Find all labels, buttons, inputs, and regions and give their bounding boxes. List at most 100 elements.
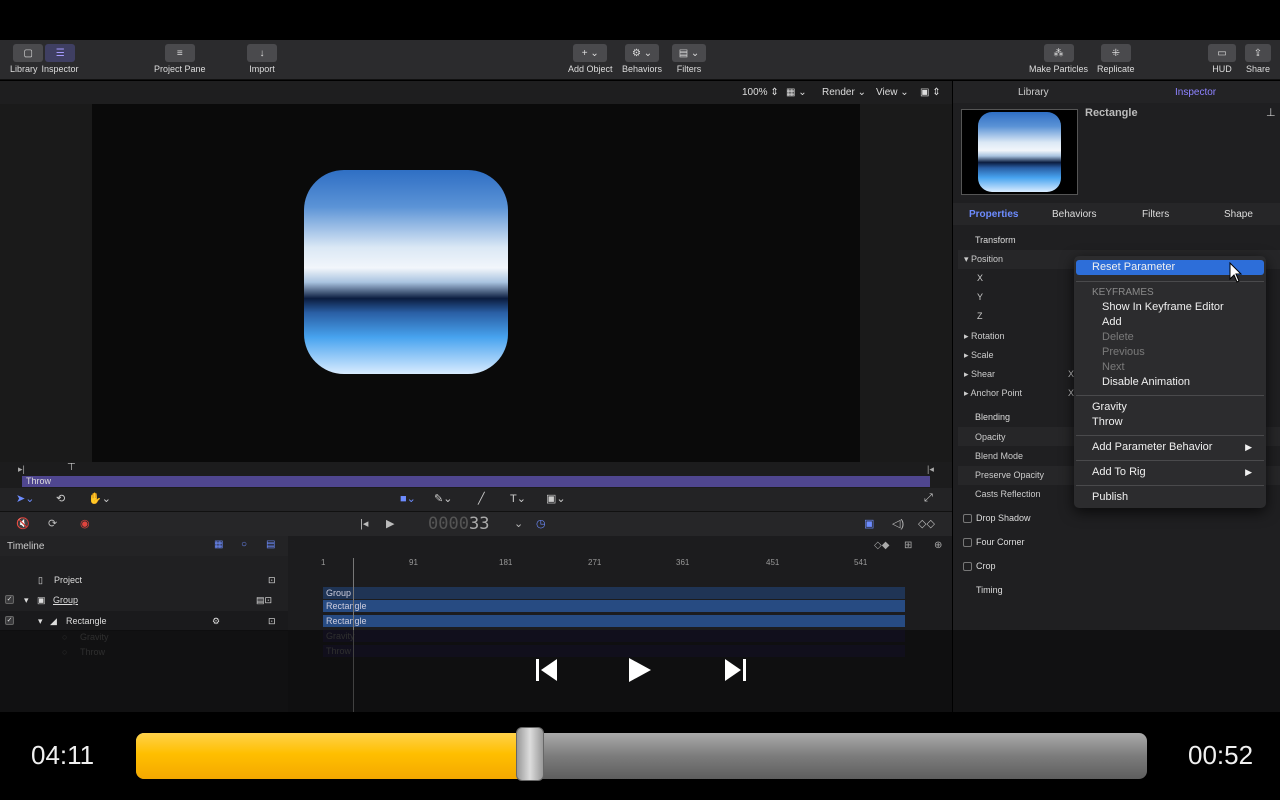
casts-reflection-label[interactable]: Casts Reflection	[975, 489, 1041, 499]
play-button-icon[interactable]	[625, 656, 653, 684]
layers-icon[interactable]: ▤	[266, 539, 275, 550]
tab-inspector[interactable]: Inspector	[1175, 87, 1216, 98]
layer-row-project[interactable]: ▯ Project ⊡	[0, 570, 288, 590]
loop-icon[interactable]: ⟳	[48, 517, 57, 530]
lock-icon[interactable]: ⊡	[268, 616, 276, 627]
shape-tool-icon[interactable]: ■⌄	[400, 492, 416, 505]
tab-shape[interactable]: Shape	[1224, 209, 1253, 220]
tab-behaviors[interactable]: Behaviors	[1052, 209, 1096, 220]
text-tool-icon[interactable]: T⌄	[510, 492, 526, 505]
import-button[interactable]: ↓	[247, 44, 277, 62]
circle-icon[interactable]: ○	[241, 539, 247, 550]
add-object-button[interactable]: + ⌄	[573, 44, 608, 62]
zoom-icon[interactable]: ⊕	[934, 540, 942, 551]
opacity-label[interactable]: Opacity	[975, 432, 1006, 442]
share-button[interactable]: ⇪	[1245, 44, 1271, 62]
play-icon[interactable]: ▶	[386, 517, 394, 530]
timeline-ruler[interactable]: 1 91 181 271 361 451 541	[318, 556, 940, 570]
view-menu[interactable]: View ⌄	[876, 87, 909, 98]
timing-icon[interactable]: ◷	[536, 517, 546, 530]
checker-icon[interactable]: ▦	[214, 539, 223, 550]
behaviors-item[interactable]: ⚙ ⌄ Behaviors	[622, 44, 662, 74]
frame-counter[interactable]: 000033	[428, 514, 489, 534]
import-item[interactable]: ↓ Import	[247, 44, 277, 74]
fullscreen-icon[interactable]: ⤢	[924, 492, 933, 505]
keyframe-nav-icon[interactable]: ◇◇	[918, 517, 935, 530]
menu-item-throw[interactable]: Throw	[1074, 415, 1266, 430]
keyframe-icon[interactable]: ◇◆	[874, 540, 889, 551]
tab-filters[interactable]: Filters	[1142, 209, 1169, 220]
pin-icon[interactable]: ⊥	[1266, 106, 1276, 119]
group-options-icon[interactable]: ▤⊡	[256, 595, 272, 606]
library-button[interactable]: ▢	[13, 44, 44, 62]
menu-item-add-to-rig[interactable]: Add To Rig ▶	[1074, 465, 1266, 480]
position-row[interactable]: ▾ Position	[964, 254, 1003, 265]
previous-track-icon[interactable]	[533, 656, 561, 684]
zoom-level[interactable]: 100% ⇕	[742, 87, 779, 98]
menu-item-add[interactable]: Add	[1074, 315, 1266, 330]
hand-tool-icon[interactable]: ✋⌄	[88, 492, 111, 505]
layout-icon[interactable]: ▣ ⇕	[920, 87, 941, 98]
mini-timeline-out-marker[interactable]: |◂	[927, 464, 934, 475]
mini-timeline-track[interactable]: Throw	[22, 476, 930, 487]
menu-item-disable-animation[interactable]: Disable Animation	[1074, 375, 1266, 390]
progress-track[interactable]	[136, 733, 1147, 779]
paint-stroke-icon[interactable]: ╱	[478, 492, 485, 505]
drop-shadow-checkbox[interactable]	[963, 514, 972, 523]
timeline-bar-rectangle[interactable]: Rectangle	[323, 615, 905, 627]
menu-item-publish[interactable]: Publish	[1074, 490, 1266, 505]
layer-row-group[interactable]: ✓ ▾ ▣ Group ▤⊡	[0, 590, 288, 610]
audio-icon[interactable]: ◁)	[892, 517, 904, 530]
replicate-item[interactable]: ⁜ Replicate	[1097, 44, 1135, 74]
tab-library[interactable]: Library	[1018, 87, 1049, 98]
share-item[interactable]: ⇪ Share	[1245, 44, 1271, 74]
menu-item-add-parameter-behavior[interactable]: Add Parameter Behavior ▶	[1074, 440, 1266, 455]
mute-icon[interactable]: 🔇	[16, 517, 30, 530]
film-strip-icon[interactable]: ▣	[864, 517, 874, 530]
timeline-bar-group[interactable]: Group	[323, 587, 905, 599]
blend-mode-label[interactable]: Blend Mode	[975, 451, 1023, 461]
record-icon[interactable]: ◉	[80, 517, 90, 530]
tab-properties[interactable]: Properties	[969, 209, 1018, 220]
replicate-button[interactable]: ⁜	[1100, 44, 1131, 62]
lock-icon[interactable]: ⊡	[268, 575, 276, 586]
rotation-row[interactable]: ▸ Rotation	[964, 331, 1005, 342]
mini-timeline-playhead[interactable]: ⊤	[67, 462, 76, 473]
mask-tool-icon[interactable]: ▣⌄	[546, 492, 566, 505]
rectangle-shape[interactable]	[304, 170, 508, 374]
bezier-tool-icon[interactable]: ✎⌄	[434, 492, 452, 505]
go-to-start-icon[interactable]: |◂	[360, 517, 368, 530]
select-tool-icon[interactable]: ➤⌄	[16, 492, 34, 505]
next-track-icon[interactable]	[721, 656, 749, 684]
project-pane-item[interactable]: ≡ Project Pane	[154, 44, 206, 74]
four-corner-checkbox[interactable]	[963, 538, 972, 547]
snap-icon[interactable]: ⊞	[904, 540, 912, 551]
hud-button[interactable]: ▭	[1208, 44, 1236, 62]
crop-checkbox[interactable]	[963, 562, 972, 571]
make-particles-item[interactable]: ⁂ Make Particles	[1029, 44, 1088, 74]
layer-enable-checkbox[interactable]: ✓	[5, 595, 14, 604]
shear-row[interactable]: ▸ Shear	[964, 369, 995, 380]
behaviors-button[interactable]: ⚙ ⌄	[625, 44, 660, 62]
disclosure-triangle-icon[interactable]: ▾	[38, 616, 43, 627]
preserve-opacity-label[interactable]: Preserve Opacity	[975, 470, 1044, 480]
filters-button[interactable]: ▤ ⌄	[672, 44, 706, 62]
mini-timeline-in-marker[interactable]: ▸|	[18, 464, 25, 475]
gear-icon[interactable]: ⚙	[212, 616, 220, 627]
menu-item-gravity[interactable]: Gravity	[1074, 400, 1266, 415]
progress-scrubber-handle[interactable]	[516, 727, 544, 781]
project-pane-button[interactable]: ≡	[164, 44, 195, 62]
layer-enable-checkbox[interactable]: ✓	[5, 616, 14, 625]
color-channels-icon[interactable]: ▦ ⌄	[786, 87, 807, 98]
menu-item-show-in-keyframe-editor[interactable]: Show In Keyframe Editor	[1074, 300, 1266, 315]
transform-tool-icon[interactable]: ⟲	[56, 492, 65, 505]
timeline-bar-rectangle[interactable]: Rectangle	[323, 600, 905, 612]
disclosure-triangle-icon[interactable]: ▾	[24, 595, 29, 606]
make-particles-button[interactable]: ⁂	[1043, 44, 1074, 62]
inspector-button[interactable]: ☰	[45, 44, 76, 62]
anchor-point-row[interactable]: ▸ Anchor Point	[964, 388, 1022, 399]
add-object-item[interactable]: + ⌄ Add Object	[568, 44, 613, 74]
hud-item[interactable]: ▭ HUD	[1208, 44, 1236, 74]
timecode-format-chevron-icon[interactable]: ⌄	[514, 517, 523, 530]
scale-row[interactable]: ▸ Scale	[964, 350, 994, 361]
